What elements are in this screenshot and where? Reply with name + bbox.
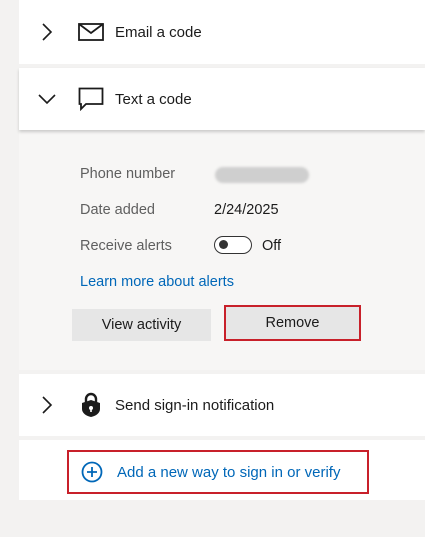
add-method-button[interactable]: Add a new way to sign in or verify [67,450,369,494]
method-text-label: Text a code [115,90,192,108]
chevron-down-icon[interactable] [37,89,57,109]
chevron-right-icon[interactable] [37,395,57,415]
date-added-value: 2/24/2025 [214,202,279,218]
phone-number-label: Phone number [80,166,176,182]
method-email-label: Email a code [115,23,202,41]
envelope-icon [77,19,105,45]
text-method-details: Phone number Date added 2/24/2025 Receiv… [19,130,425,370]
lock-icon [77,392,105,418]
date-added-label: Date added [80,202,155,218]
learn-more-alerts-link[interactable]: Learn more about alerts [80,274,234,290]
toggle-knob [219,240,228,249]
message-icon [77,86,105,112]
remove-button[interactable]: Remove [224,305,361,341]
method-email-row[interactable]: Email a code [19,0,425,64]
add-method-row: Add a new way to sign in or verify [19,440,425,500]
method-signin-row[interactable]: Send sign-in notification [19,374,425,436]
method-signin-label: Send sign-in notification [115,396,275,414]
receive-alerts-state: Off [262,238,282,254]
chevron-right-icon[interactable] [37,22,57,42]
receive-alerts-label: Receive alerts [80,238,172,254]
view-activity-button[interactable]: View activity [72,309,211,341]
plus-circle-icon [81,461,103,483]
receive-alerts-toggle[interactable] [214,236,252,254]
phone-number-value [215,167,309,183]
method-text-row[interactable]: Text a code [19,68,425,130]
add-method-label: Add a new way to sign in or verify [117,463,341,481]
